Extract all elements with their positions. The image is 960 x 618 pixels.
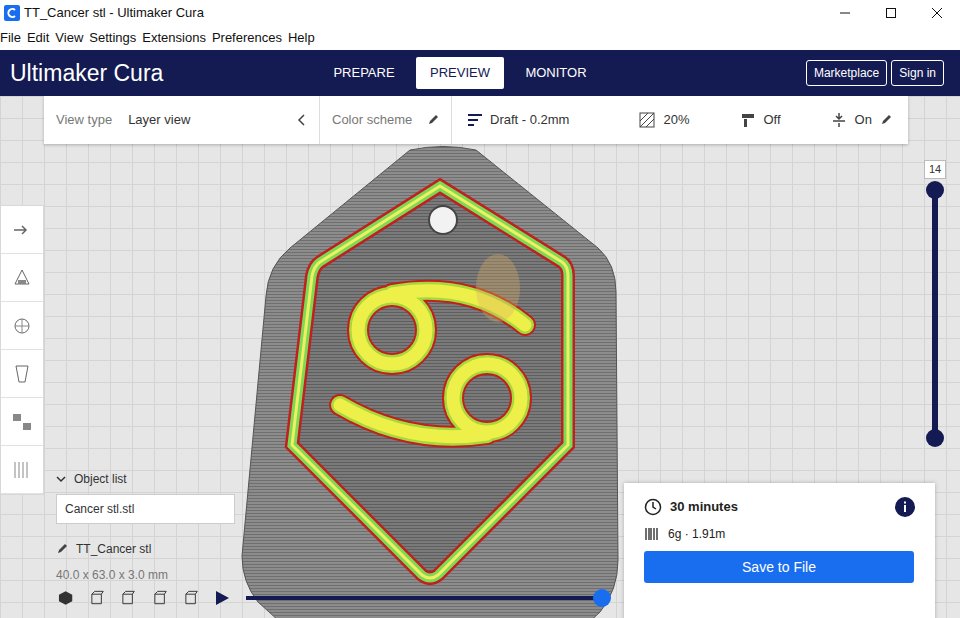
info-icon[interactable]	[895, 497, 915, 517]
view-settings-bar: View type Layer view Color scheme Draft …	[44, 96, 908, 144]
layer-number[interactable]: 14	[924, 160, 946, 179]
support-blocker-icon[interactable]	[10, 458, 34, 482]
minimize-icon[interactable]	[822, 0, 868, 26]
color-scheme-label[interactable]: Color scheme	[332, 110, 412, 130]
chevron-left-icon[interactable]	[297, 114, 307, 126]
profile-name[interactable]: Draft - 0.2mm	[490, 110, 569, 130]
stage-tab[interactable]: PREVIEW	[416, 57, 504, 89]
view-type-label: View type	[56, 110, 112, 130]
tool-bar	[0, 205, 44, 495]
3d-view-icon[interactable]	[58, 590, 73, 606]
tool-button[interactable]	[1, 302, 43, 350]
right-view-icon[interactable]	[183, 590, 198, 606]
upper-handle[interactable]	[926, 181, 944, 199]
object-list-header[interactable]: Object list	[74, 470, 127, 488]
infill-icon	[639, 112, 655, 128]
play-icon[interactable]	[214, 590, 230, 606]
header: Ultimaker Cura PREPAREPREVIEWMONITOR Mar…	[0, 50, 960, 96]
pencil-icon[interactable]	[427, 114, 439, 126]
playback-track[interactable]	[246, 596, 602, 600]
layer-fill	[932, 190, 938, 438]
cura-logo-icon	[4, 5, 20, 21]
window-title: TT_Cancer stl - Ultimaker Cura	[24, 3, 204, 23]
menu-item[interactable]: View	[55, 28, 83, 48]
layer-slider: 14	[924, 160, 946, 450]
infill-value[interactable]: 20%	[663, 110, 689, 130]
pencil-icon[interactable]	[880, 114, 892, 126]
bottom-controls	[58, 586, 618, 610]
rotate-icon[interactable]	[10, 314, 34, 338]
chevron-icon[interactable]	[56, 475, 66, 483]
object-item[interactable]: Cancer stl.stl	[56, 494, 235, 524]
top-view-icon[interactable]	[120, 590, 135, 606]
marketplace-button[interactable]: Marketplace	[806, 60, 887, 86]
menu-item[interactable]: Help	[288, 28, 315, 48]
material-usage: 6g · 1.91m	[668, 525, 725, 543]
tool-button[interactable]	[1, 446, 43, 494]
print-info-card: 30 minutes 6g · 1.91m Save to File	[624, 483, 935, 618]
tool-button[interactable]	[1, 398, 43, 446]
menu-item[interactable]: Preferences	[212, 28, 282, 48]
tool-button[interactable]	[1, 206, 43, 254]
layer-track[interactable]	[932, 190, 938, 438]
stage-tab[interactable]: MONITOR	[512, 57, 600, 89]
scale-icon[interactable]	[10, 266, 34, 290]
title-bar: TT_Cancer stl - Ultimaker Cura	[0, 0, 960, 26]
close-icon[interactable]	[914, 0, 960, 26]
app-logo: Ultimaker Cura	[0, 56, 320, 91]
adhesion-value[interactable]: On	[855, 110, 872, 130]
menu-item[interactable]: Settings	[89, 28, 136, 48]
sign-in-button[interactable]: Sign in	[891, 60, 944, 86]
lower-handle[interactable]	[926, 429, 944, 447]
menu-item[interactable]: File	[0, 28, 21, 48]
object-list: Object list Cancer stl.stl TT_Cancer stl…	[56, 470, 235, 584]
save-button[interactable]: Save to File	[644, 551, 914, 583]
pencil-icon[interactable]	[56, 543, 68, 555]
filament-icon	[644, 526, 660, 542]
adhesion-icon	[831, 112, 847, 128]
viewport[interactable]: View type Layer view Color scheme Draft …	[0, 96, 960, 618]
support-value[interactable]: Off	[764, 110, 781, 130]
menu-item[interactable]: Extensions	[142, 28, 206, 48]
support-icon	[740, 112, 756, 128]
print-time: 30 minutes	[670, 497, 738, 517]
stage-tab[interactable]: PREPARE	[320, 57, 408, 89]
front-view-icon[interactable]	[89, 590, 104, 606]
per-model-settings-icon[interactable]	[10, 410, 34, 434]
tool-button[interactable]	[1, 350, 43, 398]
tool-button[interactable]	[1, 254, 43, 302]
mirror-icon[interactable]	[10, 362, 34, 386]
menu-bar: File Edit View Settings Extensions Preference…	[0, 26, 960, 50]
clock-icon	[644, 498, 662, 516]
playback-handle[interactable]	[593, 589, 611, 607]
profile-icon	[468, 114, 482, 126]
object-dimensions: 40.0 x 63.0 x 3.0 mm	[56, 566, 235, 584]
object-name[interactable]: TT_Cancer stl	[76, 540, 151, 558]
move-icon[interactable]	[10, 218, 34, 242]
menu-item[interactable]: Edit	[27, 28, 49, 48]
maximize-icon[interactable]	[868, 0, 914, 26]
left-view-icon[interactable]	[152, 590, 167, 606]
stage-tabs: PREPAREPREVIEWMONITOR	[320, 57, 600, 89]
view-type-select[interactable]: Layer view	[128, 110, 190, 130]
